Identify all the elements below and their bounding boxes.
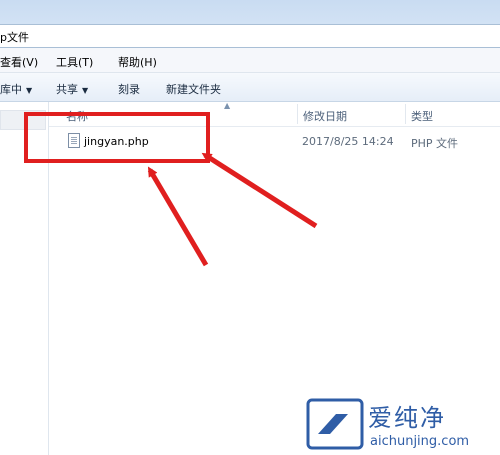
include-in-library-label: 库中 [0,83,22,96]
share-button[interactable]: 共享 ▼ [56,81,88,97]
menu-tools[interactable]: 工具(T) [56,54,93,70]
share-label: 共享 [56,83,78,96]
command-toolbar: 库中 ▼ 共享 ▼ 刻录 新建文件夹 [0,73,500,102]
arrow-pointer-2 [201,152,318,229]
file-modified-date: 2017/8/25 14:24 [302,135,394,148]
column-header-type[interactable]: 类型 [411,108,433,124]
address-bar[interactable]: p文件 [0,24,500,48]
table-row[interactable]: jingyan.php 2017/8/25 14:24 PHP 文件 [62,130,500,152]
navigation-selected-item[interactable] [0,110,46,130]
burn-button[interactable]: 刻录 [118,81,140,97]
file-type: PHP 文件 [411,137,459,150]
address-text: p文件 [0,31,29,44]
include-in-library-button[interactable]: 库中 ▼ [0,81,32,97]
watermark-brand: 爱纯净 [368,404,446,432]
column-separator[interactable] [297,104,298,124]
new-folder-button[interactable]: 新建文件夹 [166,81,221,97]
menu-help[interactable]: 帮助(H) [118,54,157,70]
watermark-url: aichunjing.com [370,434,470,449]
chevron-down-icon: ▼ [82,86,89,95]
navigation-pane[interactable] [0,102,49,455]
chevron-down-icon: ▼ [26,86,33,95]
column-header-date[interactable]: 修改日期 [303,108,347,124]
document-icon [68,133,80,148]
sort-ascending-icon: ▲ [224,101,231,110]
menu-bar: 查看(V) 工具(T) 帮助(H) [0,48,500,73]
logo-icon [306,398,364,450]
column-header: ▲ 名称 修改日期 类型 [49,101,500,127]
menu-view[interactable]: 查看(V) [0,54,38,70]
column-separator[interactable] [405,104,406,124]
file-name: jingyan.php [84,135,149,148]
arrow-pointer-1 [147,166,209,267]
brand-watermark: 爱纯净 aichunjing.com [300,390,500,455]
column-header-name[interactable]: 名称 [66,108,88,124]
